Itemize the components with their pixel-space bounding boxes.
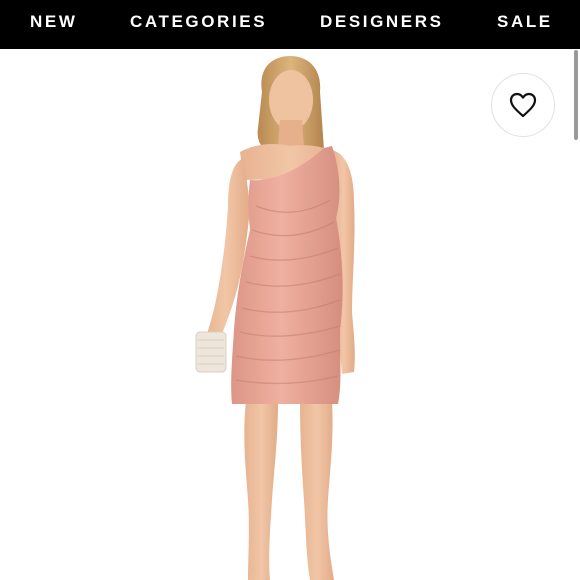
product-photo[interactable]: [0, 49, 580, 580]
product-image-area: [0, 49, 580, 580]
scrollbar-thumb[interactable]: [574, 50, 578, 140]
model-neck: [278, 120, 304, 148]
model-right-leg: [300, 400, 334, 580]
wishlist-button[interactable]: [491, 73, 555, 137]
heart-icon: [509, 92, 537, 118]
nav-item-designers[interactable]: DESIGNERS: [320, 11, 444, 33]
nav-item-categories[interactable]: CATEGORIES: [130, 11, 267, 33]
one-shoulder-dress: [231, 146, 343, 404]
nav-item-new[interactable]: NEW: [30, 11, 77, 33]
top-navigation-bar: NEW CATEGORIES DESIGNERS SALE: [0, 0, 580, 49]
nav-item-sale[interactable]: SALE: [497, 11, 553, 33]
clutch-bag: [195, 331, 227, 373]
model-left-leg: [244, 400, 278, 580]
